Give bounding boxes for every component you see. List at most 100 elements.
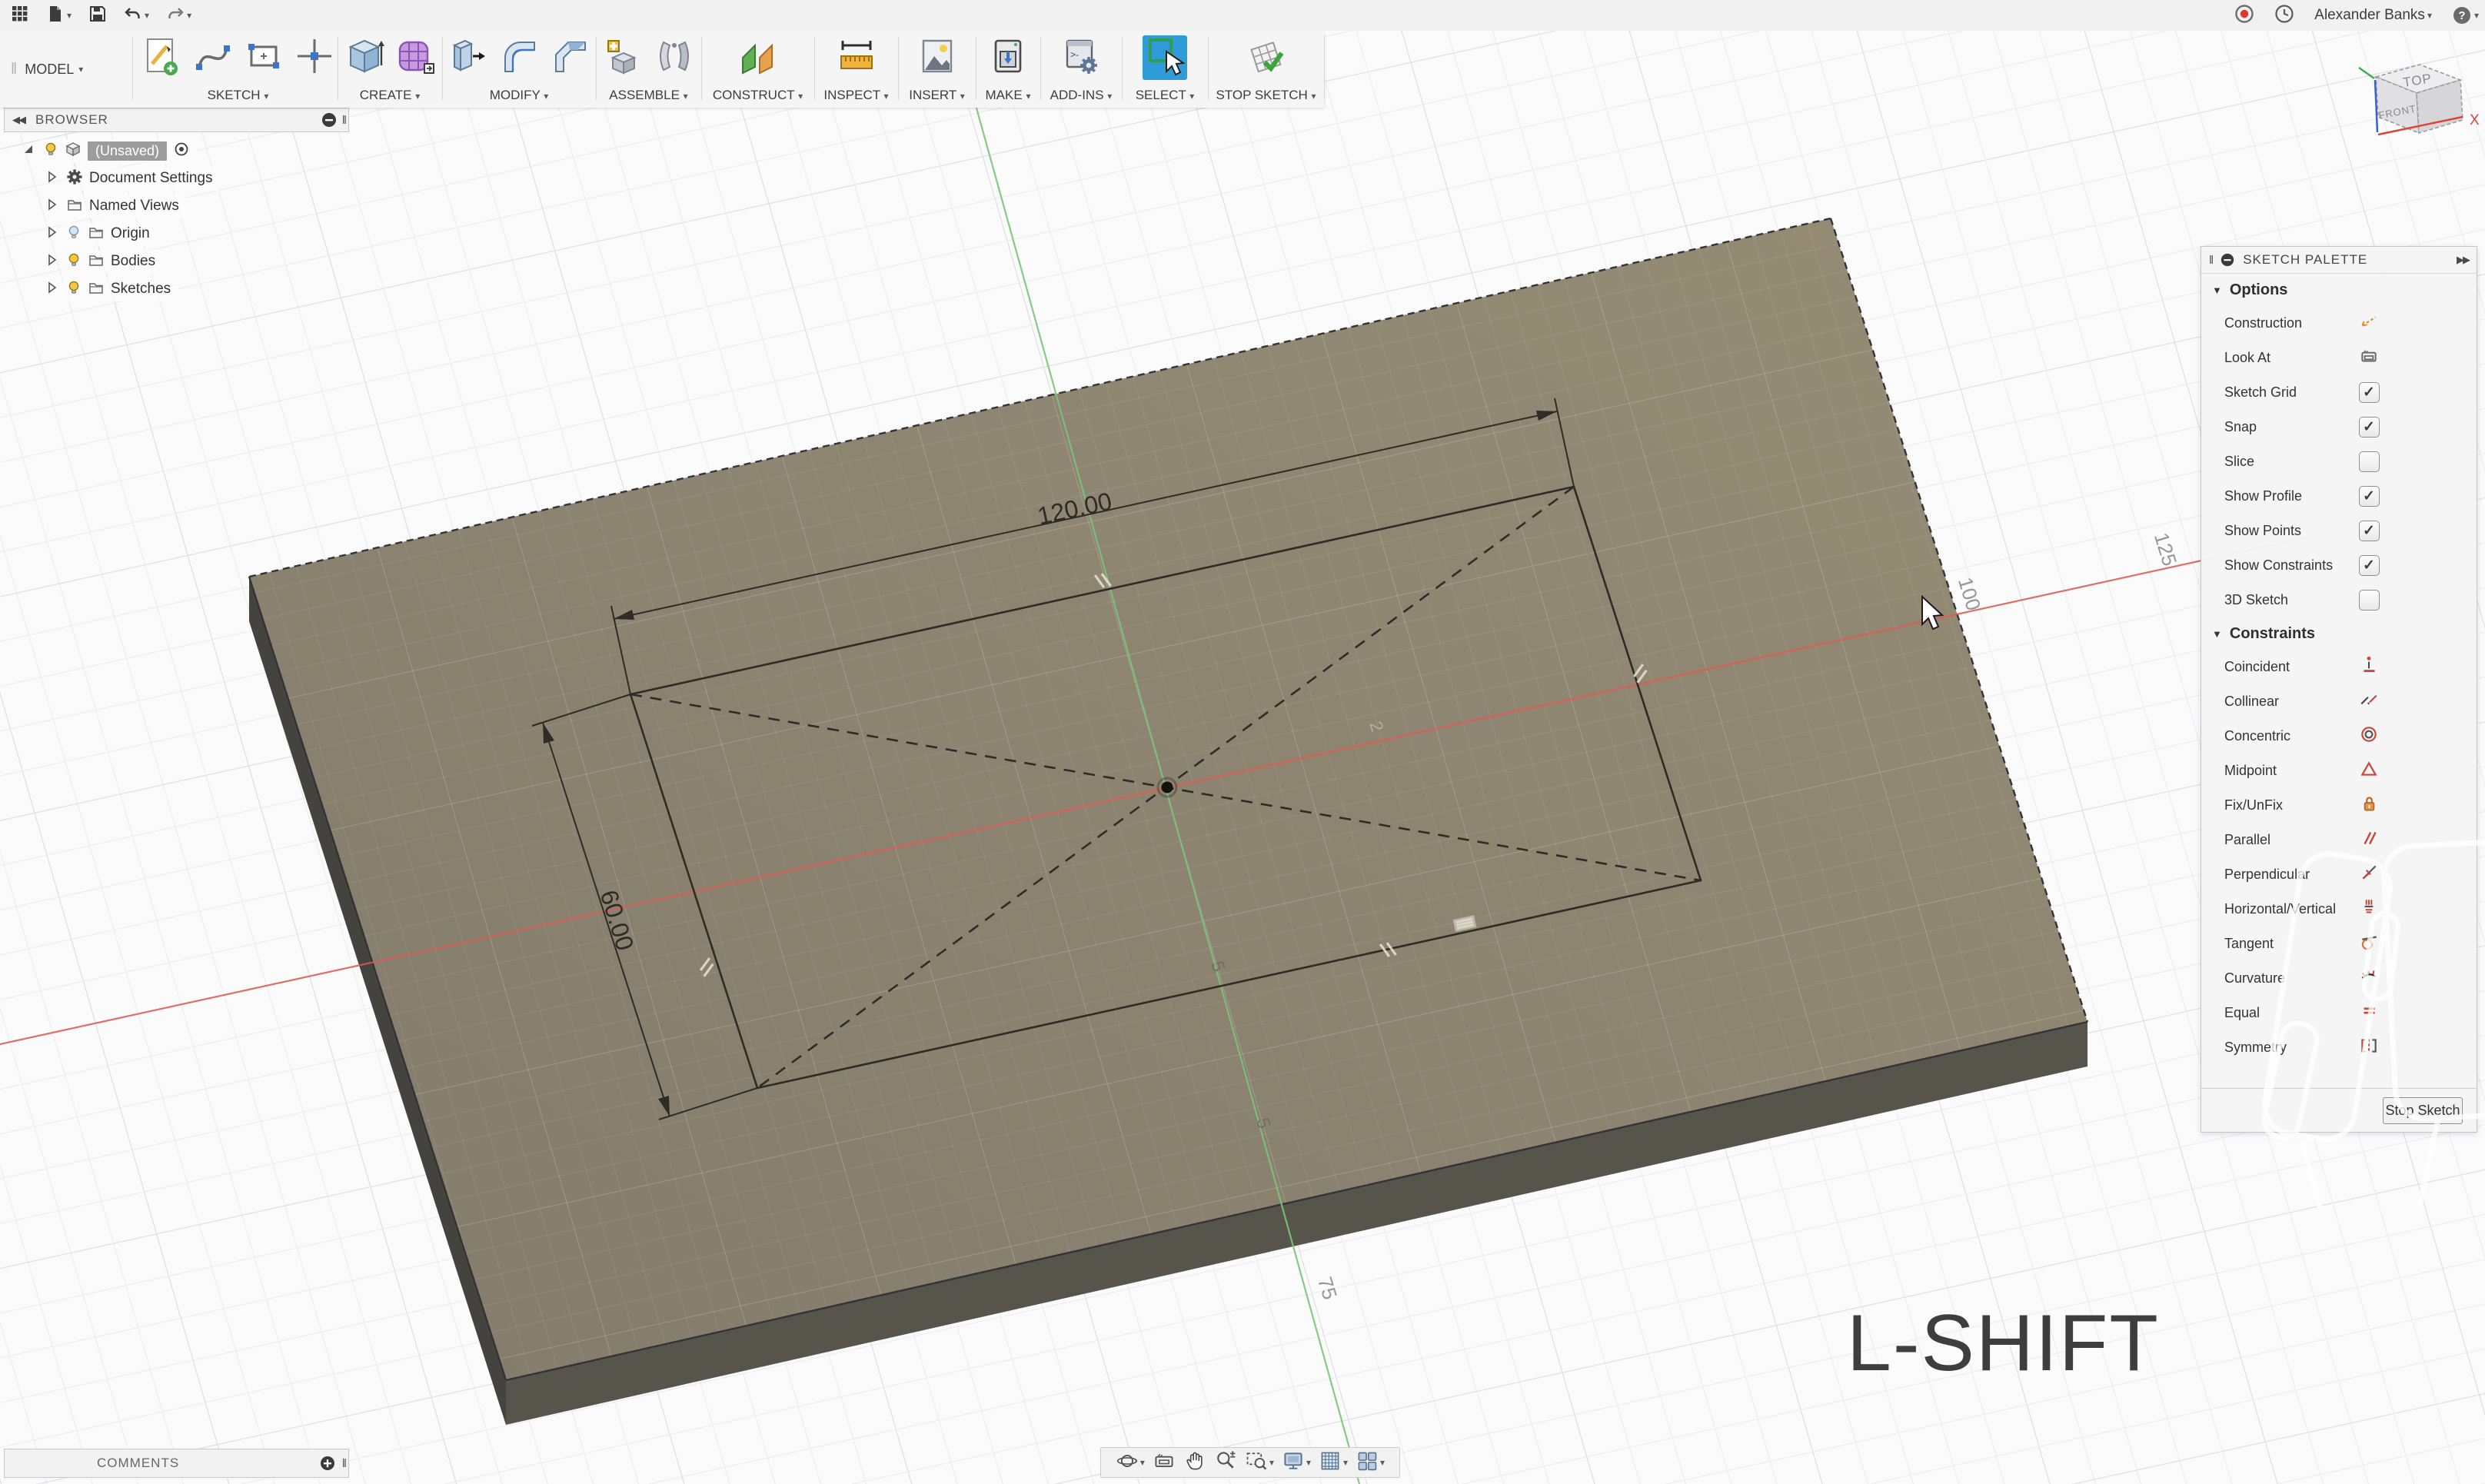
checkbox-checked[interactable]: ✓ (2359, 521, 2380, 541)
concentric-icon[interactable] (2359, 724, 2379, 748)
collapse-arrow-icon[interactable] (45, 170, 58, 188)
visibility-bulb-icon[interactable] (66, 225, 82, 244)
collapse-right-icon[interactable]: ▶▶ (2457, 254, 2469, 266)
checkbox-checked[interactable]: ✓ (2359, 417, 2380, 438)
coincident-icon[interactable] (2359, 655, 2379, 679)
visibility-bulb-icon[interactable] (66, 252, 82, 271)
palette-row-tangent[interactable]: Tangent (2201, 927, 2477, 961)
app-menu-button[interactable] (11, 5, 29, 27)
palette-section-constraints[interactable]: ▼Constraints (2201, 617, 2477, 650)
visibility-bulb-icon[interactable] (43, 141, 58, 161)
help-menu[interactable]: ? ▾ (2452, 5, 2479, 25)
palette-row-show-profile[interactable]: Show Profile✓ (2201, 479, 2477, 514)
palette-row-concentric[interactable]: Concentric (2201, 719, 2477, 754)
browser-row-label[interactable]: Document Settings (89, 170, 213, 187)
palette-row-equal[interactable]: Equal (2201, 996, 2477, 1030)
job-status-icon[interactable] (2274, 4, 2294, 28)
palette-row-snap[interactable]: Snap✓ (2201, 410, 2477, 444)
look-at-icon[interactable] (2359, 346, 2379, 370)
palette-row-symmetry[interactable]: Symmetry (2201, 1030, 2477, 1065)
save-button[interactable] (88, 5, 107, 27)
ribbon-group-label[interactable]: STOP SKETCH ▾ (1208, 88, 1324, 103)
horizontal-vertical-icon[interactable] (2359, 897, 2379, 921)
record-icon[interactable] (2234, 4, 2254, 28)
target-icon[interactable] (173, 141, 190, 161)
palette-row-parallel[interactable]: Parallel (2201, 823, 2477, 857)
palette-row-perpendicular[interactable]: Perpendicular (2201, 857, 2477, 892)
panel-grip-icon[interactable]: ‖ (342, 1457, 345, 1470)
sketch-palette-header[interactable]: ‖ SKETCH PALETTE ▶▶ (2201, 247, 2477, 274)
joint-button[interactable] (652, 35, 697, 80)
create-sketch-button[interactable] (140, 35, 185, 80)
browser-row-bodies[interactable]: Bodies (8, 248, 219, 275)
checkbox-checked[interactable]: ✓ (2359, 555, 2380, 576)
palette-section-options[interactable]: ▼Options (2201, 274, 2477, 306)
measure-button[interactable] (834, 35, 879, 80)
pan-button[interactable] (1183, 1449, 1206, 1476)
midpoint-icon[interactable] (2359, 759, 2379, 783)
checkbox-checked[interactable]: ✓ (2359, 486, 2380, 507)
ribbon-group-label[interactable]: MODIFY ▾ (442, 88, 596, 103)
viewports-button[interactable]: ▾ (1356, 1449, 1385, 1476)
palette-row-midpoint[interactable]: Midpoint (2201, 754, 2477, 788)
chamfer-button[interactable] (547, 35, 592, 80)
insert-image-button[interactable] (915, 35, 960, 80)
tangent-icon[interactable] (2359, 932, 2379, 956)
palette-row-curvature[interactable]: Curvature (2201, 961, 2477, 996)
browser-row-label[interactable]: Named Views (89, 198, 179, 215)
palette-row-coincident[interactable]: Coincident (2201, 650, 2477, 684)
ribbon-group-label[interactable]: CONSTRUCT ▾ (701, 88, 814, 103)
perpendicular-icon[interactable] (2359, 863, 2379, 887)
workspace-switcher[interactable]: ‖ MODEL ▾ (0, 31, 132, 108)
equal-icon[interactable] (2359, 1001, 2379, 1025)
3d-print-button[interactable] (986, 35, 1030, 80)
ribbon-group-label[interactable]: CREATE ▾ (338, 88, 442, 103)
browser-row-label[interactable]: Origin (111, 225, 150, 242)
press-pull-button[interactable] (446, 35, 491, 80)
add-comment-icon[interactable] (319, 1455, 336, 1472)
fix-unfix-icon[interactable] (2359, 794, 2379, 817)
palette-row-show-constraints[interactable]: Show Constraints✓ (2201, 548, 2477, 583)
ribbon-group-label[interactable]: MAKE ▾ (976, 88, 1040, 103)
collapse-left-icon[interactable]: ◀◀ (12, 114, 25, 126)
stop-sketch-button[interactable] (1244, 35, 1289, 80)
checkbox-unchecked[interactable] (2359, 451, 2380, 472)
palette-row-fix-unfix[interactable]: Fix/UnFix (2201, 788, 2477, 823)
undo-button[interactable]: ▾ (124, 5, 149, 27)
ribbon-group-label[interactable]: SKETCH ▾ (138, 88, 338, 103)
stop-sketch-button[interactable]: Stop Sketch (2383, 1097, 2463, 1124)
rectangle-button[interactable] (241, 35, 286, 80)
panel-grip-icon[interactable]: ‖ (342, 114, 345, 127)
collapse-arrow-icon[interactable] (45, 281, 58, 298)
collapse-arrow-icon[interactable] (45, 253, 58, 271)
ribbon-group-label[interactable]: INSPECT ▾ (814, 88, 898, 103)
palette-row-look-at[interactable]: Look At (2201, 341, 2477, 375)
browser-row-label[interactable]: Bodies (111, 253, 155, 270)
palette-row-sketch-grid[interactable]: Sketch Grid✓ (2201, 375, 2477, 410)
comments-panel-header[interactable]: COMMENTS ‖ (4, 1449, 349, 1478)
ribbon-group-label[interactable]: SELECT ▾ (1122, 88, 1208, 103)
construction-icon[interactable] (2359, 311, 2379, 335)
expand-arrow-icon[interactable] (22, 142, 35, 160)
collapse-arrow-icon[interactable] (45, 198, 58, 215)
fit-button[interactable]: ▾ (1245, 1449, 1274, 1476)
zoom-button[interactable] (1214, 1449, 1237, 1476)
palette-row-show-points[interactable]: Show Points✓ (2201, 514, 2477, 548)
redo-button[interactable]: ▾ (166, 5, 191, 27)
checkbox-checked[interactable]: ✓ (2359, 382, 2380, 403)
browser-row-label[interactable]: Sketches (111, 281, 171, 298)
visibility-bulb-icon[interactable] (66, 280, 82, 299)
user-menu[interactable]: Alexander Banks ▾ (2314, 7, 2432, 24)
browser-row-document-settings[interactable]: Document Settings (8, 165, 219, 192)
curvature-icon[interactable] (2359, 967, 2379, 990)
fillet-button[interactable] (497, 35, 541, 80)
symmetry-icon[interactable] (2359, 1036, 2379, 1060)
browser-row-sketches[interactable]: Sketches (8, 275, 219, 303)
collinear-icon[interactable] (2359, 690, 2379, 714)
ribbon-group-label[interactable]: INSERT ▾ (898, 88, 976, 103)
viewport-canvas[interactable]: 120.00 60.00 125 100 75 5 5 2 TO (0, 0, 2485, 1484)
look-at-button[interactable] (1153, 1449, 1176, 1476)
file-button[interactable]: ▾ (46, 5, 72, 27)
point-button[interactable] (292, 35, 337, 80)
browser-row-named-views[interactable]: Named Views (8, 192, 219, 220)
